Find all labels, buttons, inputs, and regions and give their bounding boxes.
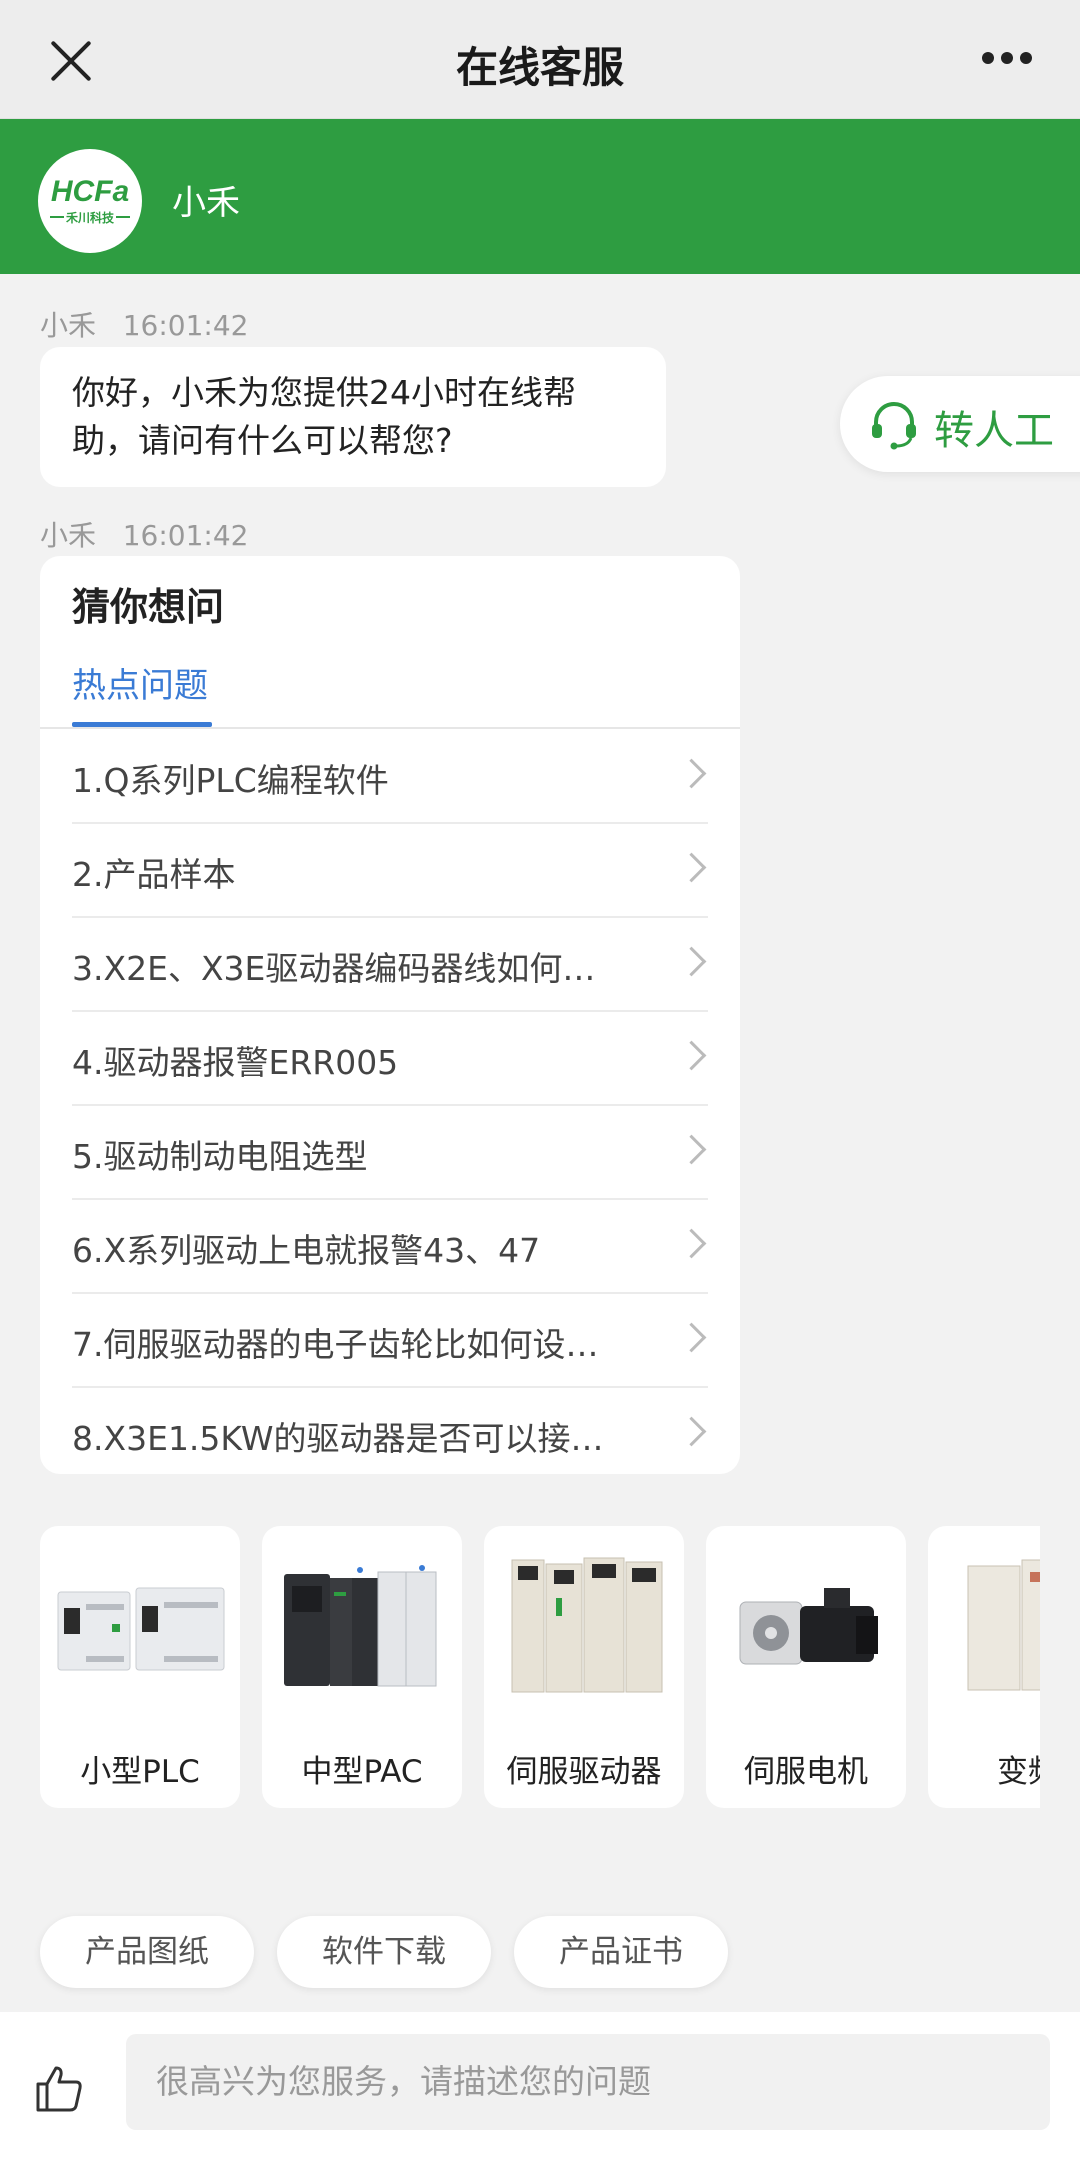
faq-item-text: 5.驱动制动电阻选型 — [72, 1137, 368, 1176]
chevron-right-icon — [676, 1228, 707, 1259]
faq-item-text: 6.X系列驱动上电就报警43、47 — [72, 1231, 541, 1270]
faq-item[interactable]: 4.驱动器报警ERR005 — [72, 1012, 708, 1106]
product-label: 中型PAC — [301, 1754, 423, 1790]
svg-text:HCFa: HCFa — [51, 175, 129, 208]
faq-item-text: 2.产品样本 — [72, 855, 236, 894]
more-icon[interactable] — [982, 52, 1032, 66]
message-sender: 小禾 — [40, 309, 97, 342]
agent-header: HCFa 禾川科技 小禾 — [0, 119, 1080, 274]
message-input[interactable]: 很高兴为您服务，请描述您的问题 — [126, 2034, 1050, 2130]
agent-avatar: HCFa 禾川科技 — [38, 149, 142, 253]
product-label: 伺服驱动器 — [506, 1754, 662, 1790]
message-time: 16:01:42 — [122, 519, 249, 552]
page-title: 在线客服 — [455, 43, 624, 92]
faq-item[interactable]: 7.伺服驱动器的电子齿轮比如何设… — [72, 1294, 708, 1388]
chevron-right-icon — [676, 1322, 707, 1353]
servo-motor-image — [739, 1588, 878, 1665]
faq-title: 猜你想问 — [72, 585, 225, 629]
faq-item[interactable]: 1.Q系列PLC编程软件 — [72, 730, 708, 824]
faq-item[interactable]: 8.X3E1.5KW的驱动器是否可以接… — [72, 1388, 708, 1474]
message-time: 16:01:42 — [122, 309, 249, 342]
faq-list: 1.Q系列PLC编程软件 2.产品样本 3.X2E、X3E驱动器编码器线如何… … — [72, 730, 708, 1474]
chevron-right-icon — [676, 852, 707, 883]
transfer-human-label: 转人工 — [934, 408, 1054, 454]
svg-text:禾川科技: 禾川科技 — [66, 210, 115, 225]
chevron-right-icon — [676, 1040, 707, 1071]
faq-item-text: 4.驱动器报警ERR005 — [72, 1043, 399, 1082]
chevron-right-icon — [676, 1134, 707, 1165]
message-meta: 小禾 16:01:42 — [40, 514, 248, 554]
chevron-right-icon — [676, 758, 707, 789]
faq-item-text: 1.Q系列PLC编程软件 — [72, 761, 389, 800]
faq-card: 猜你想问 热点问题 1.Q系列PLC编程软件 2.产品样本 3.X2E、X3E驱… — [40, 556, 740, 1474]
thumbs-up-icon[interactable] — [34, 2064, 84, 2114]
product-card-inverter[interactable]: 变频 — [928, 1526, 1040, 1808]
chip-product-drawings[interactable]: 产品图纸 — [40, 1916, 254, 1988]
message-bubble: 你好，小禾为您提供24小时在线帮助，请问有什么可以帮您? — [40, 347, 666, 487]
product-label: 小型PLC — [80, 1754, 200, 1790]
input-bar: 很高兴为您服务，请描述您的问题 — [0, 2012, 1080, 2164]
top-bar: 在线客服 — [0, 0, 1080, 119]
hcfa-logo: HCFa 禾川科技 — [50, 175, 130, 225]
servo-drive-image — [511, 1557, 663, 1693]
chevron-right-icon — [676, 946, 707, 977]
faq-item-text: 8.X3E1.5KW的驱动器是否可以接… — [72, 1419, 604, 1458]
message-meta: 小禾 16:01:42 — [40, 304, 248, 344]
chip-product-certificates[interactable]: 产品证书 — [514, 1916, 728, 1988]
inverter-image — [967, 1559, 1040, 1691]
product-label: 伺服电机 — [744, 1754, 868, 1790]
product-card-mid-pac[interactable]: 中型PAC — [262, 1526, 462, 1808]
headset-icon — [872, 402, 916, 450]
small-plc-image — [57, 1587, 225, 1671]
product-label: 变频 — [997, 1754, 1040, 1790]
product-carousel[interactable]: 小型PLC 中型PAC 伺服驱动器 伺服电机 变 — [40, 1526, 1040, 1808]
message-sender: 小禾 — [40, 519, 97, 552]
mid-pac-image — [284, 1565, 437, 1687]
faq-item[interactable]: 3.X2E、X3E驱动器编码器线如何… — [72, 918, 708, 1012]
faq-item[interactable]: 6.X系列驱动上电就报警43、47 — [72, 1200, 708, 1294]
divider — [40, 727, 740, 729]
agent-name: 小禾 — [172, 183, 240, 223]
faq-item[interactable]: 2.产品样本 — [72, 824, 708, 918]
faq-item-text: 7.伺服驱动器的电子齿轮比如何设… — [72, 1325, 599, 1364]
product-card-servo-drive[interactable]: 伺服驱动器 — [484, 1526, 684, 1808]
product-card-small-plc[interactable]: 小型PLC — [40, 1526, 240, 1808]
tab-hot-questions[interactable]: 热点问题 — [72, 658, 208, 707]
faq-item[interactable]: 5.驱动制动电阻选型 — [72, 1106, 708, 1200]
chip-software-download[interactable]: 软件下载 — [277, 1916, 491, 1988]
product-card-servo-motor[interactable]: 伺服电机 — [706, 1526, 906, 1808]
faq-item-text: 3.X2E、X3E驱动器编码器线如何… — [72, 949, 596, 988]
chevron-right-icon — [676, 1416, 707, 1447]
transfer-human-button[interactable]: 转人工 — [840, 376, 1080, 472]
